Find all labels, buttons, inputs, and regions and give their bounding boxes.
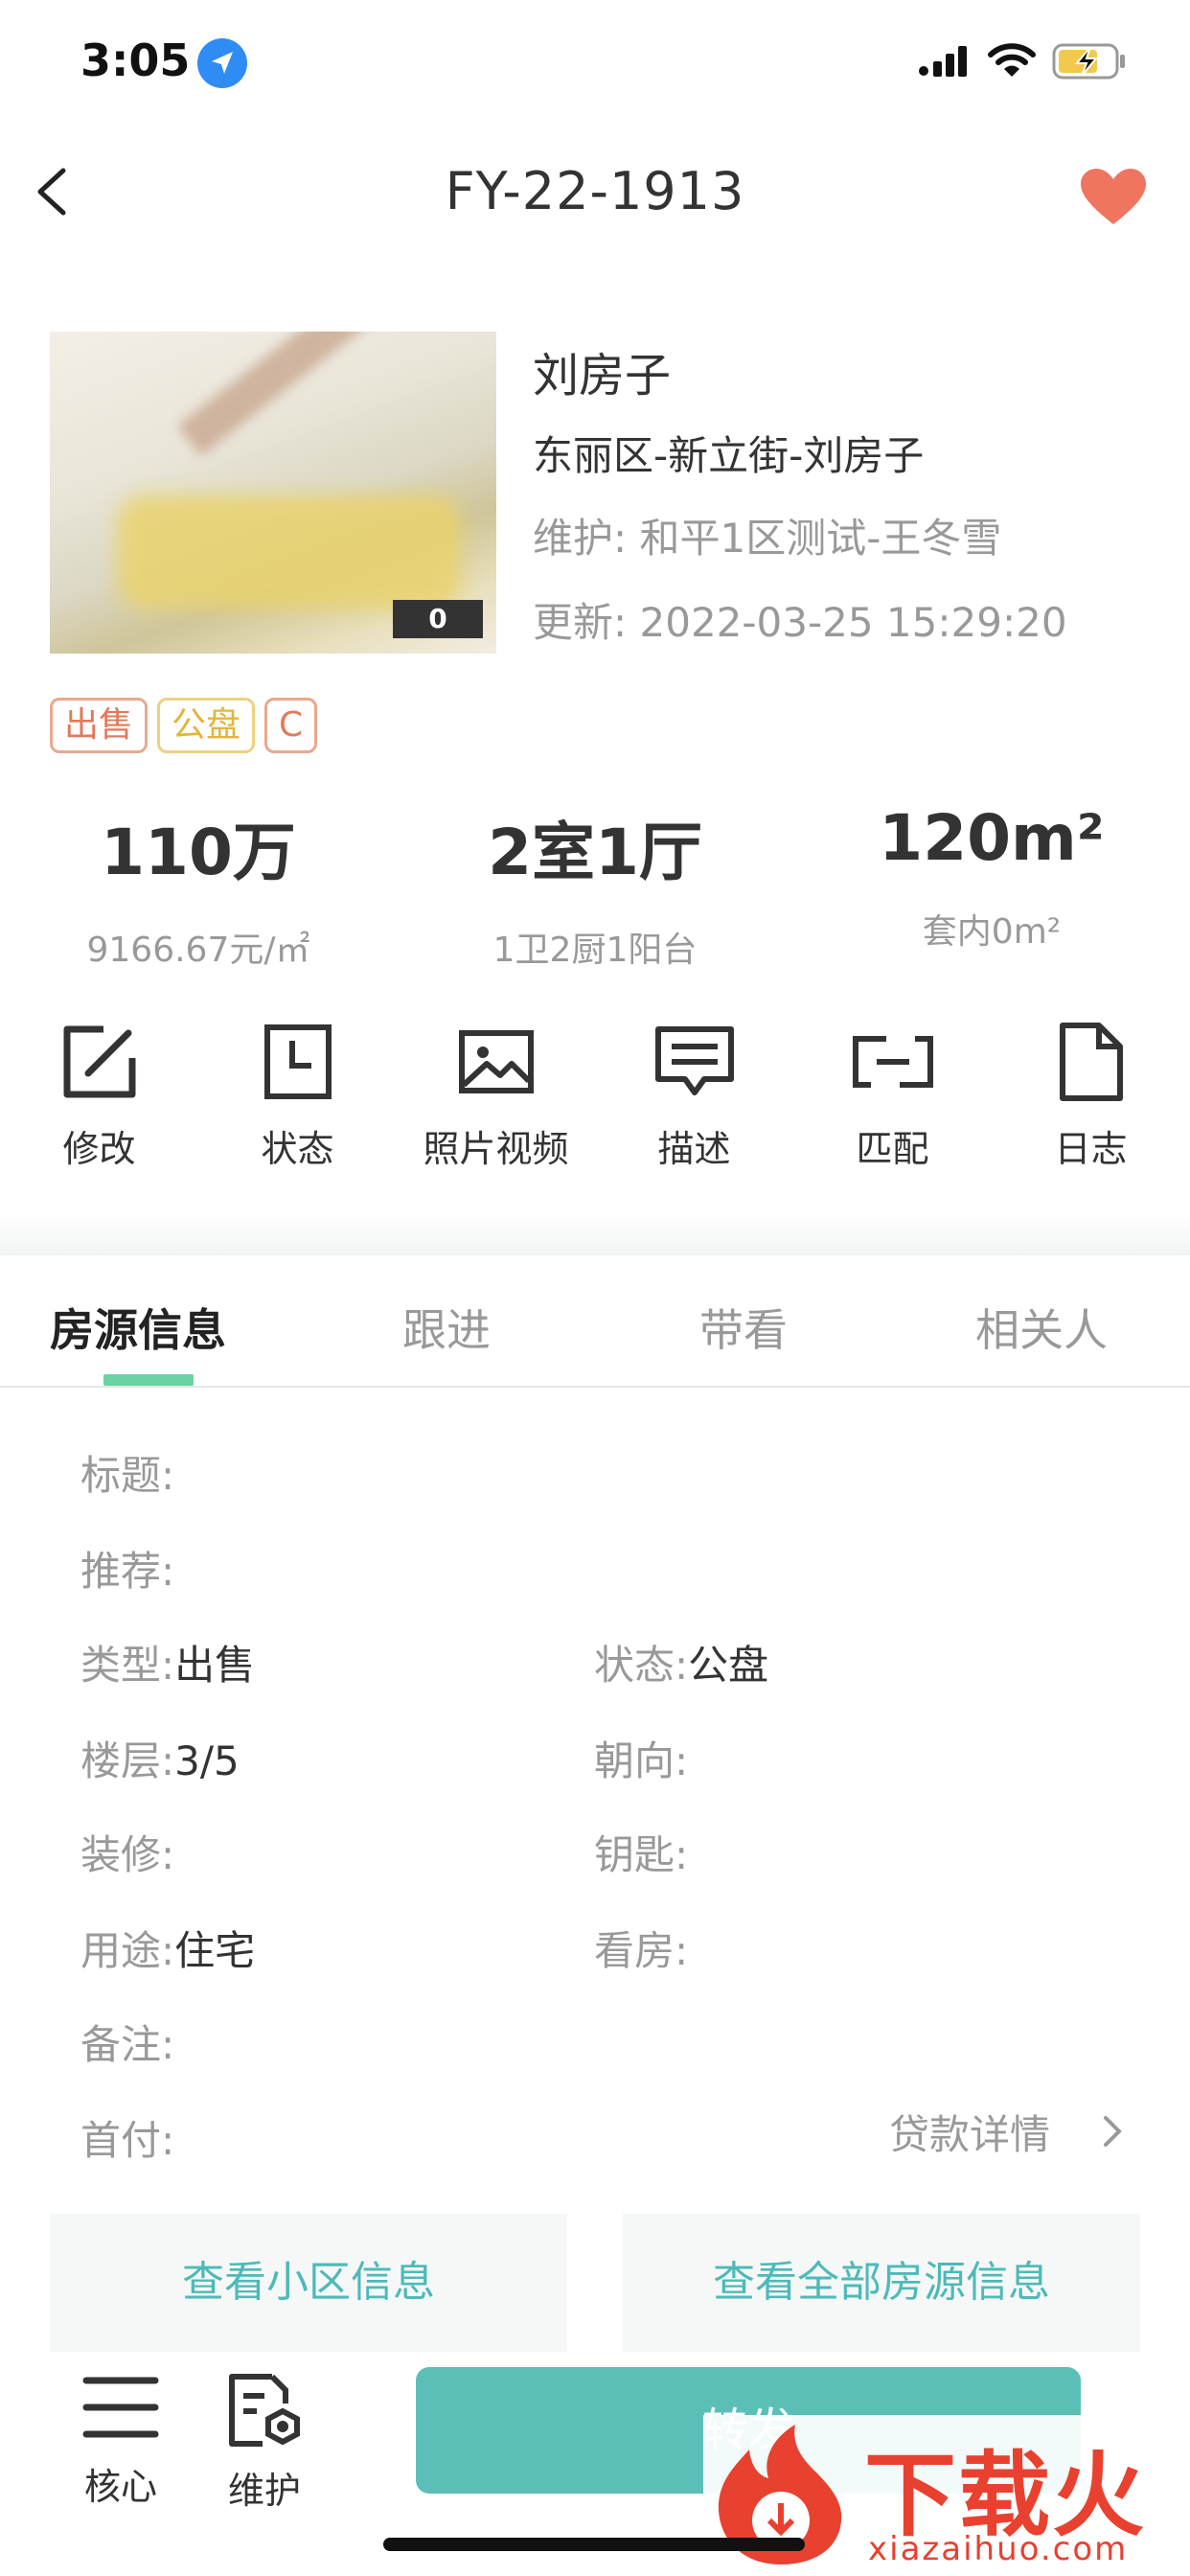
field-value: 出售 <box>174 1642 256 1689</box>
stat-area-value: 120m² <box>879 801 1105 875</box>
stat-unit-price: 9166.67元/㎡ <box>86 931 310 970</box>
action-status[interactable]: 状态 <box>198 1022 397 1172</box>
action-edit-label: 修改 <box>62 1128 136 1170</box>
loan-details-link[interactable]: 贷款详情 <box>889 2103 1050 2161</box>
tag-sale: 出售 <box>50 698 149 753</box>
listing-address: 东丽区-新立街-刘房子 <box>533 432 925 479</box>
action-match[interactable]: 匹配 <box>793 1022 992 1172</box>
action-grid: 修改 状态 照片视频 描述 匹配 日志 <box>0 1022 1190 1175</box>
action-status-label: 状态 <box>261 1128 334 1170</box>
watermark: 下载火 xiazaihuo.com <box>703 2415 1190 2576</box>
field-floor: 楼层:3/5 <box>80 1729 240 1787</box>
page-title: FY-22-1913 <box>445 161 745 221</box>
action-log-label: 日志 <box>1054 1128 1128 1170</box>
tab-listing-info[interactable]: 房源信息 <box>50 1296 226 1359</box>
field-recommend: 推荐: <box>80 1539 174 1598</box>
action-photos-label: 照片视频 <box>423 1128 569 1170</box>
bottom-core-button[interactable]: 核心 <box>63 2373 178 2510</box>
chevron-right-icon[interactable] <box>1102 2114 1125 2149</box>
field-label: 备注: <box>80 2021 175 2068</box>
field-label: 标题: <box>80 1452 175 1499</box>
bottom-maintain-label: 维护 <box>227 2470 301 2512</box>
key-stats: 110万 9166.67元/㎡ 2室1厅 1卫2厨1阳台 120m² 套内0m² <box>0 801 1190 970</box>
field-value: 3/5 <box>174 1737 240 1784</box>
listing-tags: 出售 公盘 C <box>50 698 318 753</box>
photo-decor <box>117 494 462 610</box>
field-label: 看房: <box>594 1927 689 1974</box>
action-describe-label: 描述 <box>657 1128 731 1170</box>
cellular-signal-icon <box>919 46 967 77</box>
stat-layout-value: 2室1厅 <box>488 816 702 889</box>
field-usage: 用途:住宅 <box>80 1919 255 1977</box>
listing-photo[interactable]: 0 <box>50 332 496 654</box>
detail-tabs: 房源信息 跟进 带看 相关人 <box>0 1255 1190 1388</box>
section-divider <box>0 1213 1190 1255</box>
status-icon <box>263 1024 332 1099</box>
field-type: 类型:出售 <box>80 1633 255 1691</box>
field-value: 住宅 <box>174 1927 256 1974</box>
wifi-icon <box>988 43 1036 77</box>
stat-inner-area: 套内0m² <box>922 912 1062 952</box>
field-label: 类型: <box>80 1642 175 1689</box>
stat-layout: 2室1厅 1卫2厨1阳台 <box>397 801 793 972</box>
field-label: 用途: <box>80 1927 175 1974</box>
status-time: 3:05 <box>80 34 191 86</box>
field-title: 标题: <box>80 1443 174 1502</box>
match-icon <box>852 1036 933 1088</box>
action-photos[interactable]: 照片视频 <box>397 1022 595 1172</box>
field-remark: 备注: <box>80 2012 174 2071</box>
listing-updated: 更新: 2022-03-25 15:29:20 <box>533 599 1067 646</box>
tab-related-people[interactable]: 相关人 <box>975 1296 1108 1359</box>
action-log[interactable]: 日志 <box>992 1022 1190 1172</box>
tab-indicator <box>103 1374 194 1386</box>
nav-bar: FY-22-1913 <box>0 134 1190 249</box>
stat-area: 120m² 套内0m² <box>793 801 1190 954</box>
photo-decor <box>177 332 382 456</box>
home-indicator <box>383 2538 805 2551</box>
tab-follow-up[interactable]: 跟进 <box>402 1296 491 1359</box>
photo-count-badge: 0 <box>393 600 483 638</box>
location-arrow-icon <box>197 38 247 88</box>
tag-grade: C <box>264 698 318 753</box>
listing-maintainer: 维护: 和平1区测试-王冬雪 <box>533 515 1002 562</box>
listing-name: 刘房子 <box>533 349 672 402</box>
bottom-core-label: 核心 <box>83 2466 157 2508</box>
field-decoration: 装修: <box>80 1823 174 1881</box>
document-icon <box>1059 1023 1123 1101</box>
battery-charging-icon <box>1052 43 1125 80</box>
field-label: 首付: <box>80 2117 175 2164</box>
status-bar: 3:05 <box>0 0 1190 134</box>
field-value: 公盘 <box>688 1642 769 1689</box>
list-icon <box>82 2377 159 2438</box>
bottom-maintain-button[interactable]: 维护 <box>207 2373 322 2514</box>
field-label: 装修: <box>80 1831 175 1878</box>
stat-layout-detail: 1卫2厨1阳台 <box>492 931 698 970</box>
field-orientation: 朝向: <box>594 1729 688 1787</box>
image-icon <box>458 1030 534 1093</box>
tag-public: 公盘 <box>157 698 256 753</box>
field-key: 钥匙: <box>594 1823 688 1881</box>
stat-price-value: 110万 <box>101 816 296 889</box>
field-down-payment: 首付: <box>80 2108 174 2167</box>
favorite-heart-icon[interactable] <box>1079 167 1148 228</box>
action-match-label: 匹配 <box>856 1128 929 1170</box>
field-label: 推荐: <box>80 1548 175 1595</box>
stat-price: 110万 9166.67元/㎡ <box>0 801 397 972</box>
action-describe[interactable]: 描述 <box>595 1022 793 1172</box>
maintenance-settings-icon <box>229 2374 300 2447</box>
field-state: 状态:公盘 <box>594 1633 768 1691</box>
field-label: 朝向: <box>594 1737 689 1784</box>
view-all-info-button[interactable]: 查看全部房源信息 <box>623 2214 1140 2352</box>
comment-icon <box>654 1026 734 1095</box>
tab-viewing[interactable]: 带看 <box>699 1296 788 1359</box>
view-community-button[interactable]: 查看小区信息 <box>50 2214 567 2352</box>
watermark-url: xiazaihuo.com <box>868 2530 1129 2568</box>
field-label: 钥匙: <box>594 1831 689 1878</box>
edit-icon <box>63 1025 135 1098</box>
field-label: 楼层: <box>80 1737 175 1784</box>
field-label: 状态: <box>594 1642 689 1689</box>
action-edit[interactable]: 修改 <box>0 1022 198 1172</box>
field-viewing: 看房: <box>594 1919 688 1977</box>
